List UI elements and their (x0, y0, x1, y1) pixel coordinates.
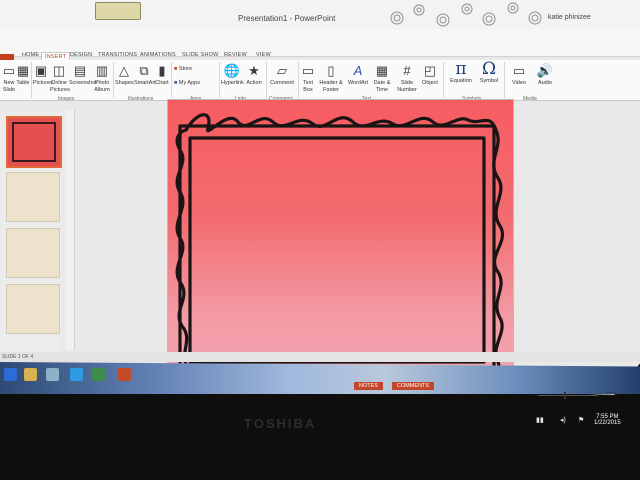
header-footer-icon: ▯ (327, 63, 335, 78)
powerpoint-icon[interactable] (118, 368, 131, 381)
title-bar: Presentation1 - PowerPoint katie phinize… (0, 0, 640, 30)
online-pictures-button[interactable]: ◫ Online Pictures (50, 63, 70, 94)
video-icon: ▭ (512, 63, 526, 78)
monitor-screen: Presentation1 - PowerPoint katie phinize… (0, 0, 640, 395)
photo-album-icon: ▥ (95, 63, 109, 78)
symbol-button[interactable]: Ω Symbol (477, 59, 501, 85)
table-icon: ▦ (16, 63, 30, 78)
tab-view[interactable]: VIEW (256, 52, 271, 58)
date-time-icon: ▦ (375, 63, 389, 78)
network-icon[interactable]: ▮▮ (536, 416, 544, 424)
screenshot-icon: ▤ (73, 63, 87, 78)
textbox-icon: ▭ (301, 63, 315, 78)
chart-button[interactable]: ▮ Chart (155, 64, 169, 87)
tab-transitions[interactable]: TRANSITIONS (98, 52, 137, 58)
group-label-illustrations: Illustrations (128, 96, 154, 102)
header-footer-button[interactable]: ▯ Header & Footer (318, 64, 344, 94)
start-icon[interactable] (4, 368, 17, 381)
ribbon-tabs (0, 30, 640, 57)
wordart-button[interactable]: A WordArt (346, 64, 370, 87)
wordart-icon: A (353, 63, 363, 78)
user-account[interactable]: katie phinizee (548, 14, 591, 21)
file-explorer-icon[interactable] (24, 368, 37, 381)
hyperlink-icon: 🌐 (223, 63, 241, 78)
skype-icon[interactable] (70, 368, 83, 381)
shapes-button[interactable]: △ Shapes (115, 63, 134, 87)
video-button[interactable]: ▭ Video (507, 64, 531, 87)
action-button[interactable]: ★ Action (245, 64, 263, 87)
slide-thumbnails-pane (0, 112, 62, 357)
group-label-images: Images (58, 96, 75, 102)
window-title: Presentation1 - PowerPoint (238, 14, 336, 23)
comment-icon: ▱ (277, 63, 287, 78)
smartart-icon: ⧉ (139, 63, 149, 78)
text-box-button[interactable]: ▭ Text Box (300, 64, 316, 94)
audio-button[interactable]: 🔊 Audio (533, 64, 557, 87)
action-icon: ★ (248, 63, 260, 78)
volume-icon[interactable]: ◂) (560, 416, 566, 424)
table-button[interactable]: ▦ Table (16, 64, 30, 87)
audio-icon: 🔊 (536, 63, 554, 78)
slide-thumbnail-4[interactable] (6, 284, 60, 334)
slide-number-icon: # (403, 63, 411, 78)
slide-thumbnail-3[interactable] (6, 228, 60, 278)
taskbar-clock[interactable]: 7:55 PM 1/22/2015 (594, 414, 621, 426)
doodle-frame-shape[interactable] (168, 100, 513, 387)
tab-home[interactable]: HOME (22, 52, 39, 58)
screenshot-button[interactable]: ▤ Screenshot (69, 63, 97, 87)
hyperlink-button[interactable]: 🌐 Hyperlink (221, 63, 244, 87)
monitor-brand-logo: TOSHIBA (244, 416, 317, 431)
status-bar: SLIDE 1 OF 4 (0, 352, 640, 362)
shapes-icon: △ (119, 63, 129, 78)
slide-thumbnail-1[interactable] (6, 116, 62, 168)
store-button[interactable]: ■ Store (174, 66, 204, 73)
photo-album-button[interactable]: ▥ Photo Album (92, 64, 112, 94)
zoom-level[interactable]: 67% (606, 392, 617, 398)
new-slide-icon: ▭ (2, 63, 16, 78)
chart-icon: ▮ (158, 63, 166, 78)
comment-button[interactable]: ▱ Comment (268, 64, 296, 87)
symbol-icon: Ω (481, 59, 497, 79)
online-pictures-icon: ◫ (52, 63, 66, 78)
tab-animations[interactable]: ANIMATIONS (140, 52, 176, 58)
slide-canvas[interactable] (168, 100, 513, 387)
zoom-slider[interactable] (538, 395, 598, 396)
quick-access-toolbar[interactable] (95, 2, 141, 20)
object-button[interactable]: ◰ Object (420, 64, 440, 87)
new-slide-button[interactable]: ▭ New Slide (2, 64, 16, 94)
tab-design[interactable]: DESIGN (70, 52, 92, 58)
slide-thumbnail-2[interactable] (6, 172, 60, 222)
my-apps-button[interactable]: ■ My Apps (174, 80, 218, 87)
object-icon: ◰ (423, 63, 437, 78)
pictures-icon: ▣ (34, 63, 48, 78)
tab-review[interactable]: REVIEW (224, 52, 247, 58)
office-background-pattern (390, 2, 542, 27)
zoom-slider-thumb[interactable] (564, 392, 566, 399)
date-time-button[interactable]: ▦ Date & Time (371, 64, 393, 94)
vertical-ruler (66, 110, 75, 350)
equation-button[interactable]: π Equation (446, 59, 476, 85)
notes-button[interactable]: NOTES (354, 382, 383, 390)
comments-button[interactable]: COMMENTS (392, 382, 435, 390)
group-label-media: Media (523, 96, 537, 102)
tab-slide-show[interactable]: SLIDE SHOW (182, 52, 219, 58)
flag-icon[interactable]: ⚑ (578, 416, 584, 424)
smartart-button[interactable]: ⧉ SmartArt (134, 63, 156, 87)
clock-date: 1/22/2015 (594, 420, 621, 426)
slide-indicator: SLIDE 1 OF 4 (2, 354, 34, 360)
excel-icon[interactable] (92, 368, 105, 381)
equation-icon: π (455, 59, 467, 79)
app-icon[interactable] (46, 368, 59, 381)
pictures-button[interactable]: ▣ Pictures (33, 63, 53, 87)
slide-number-button[interactable]: # Slide Number (395, 64, 419, 94)
